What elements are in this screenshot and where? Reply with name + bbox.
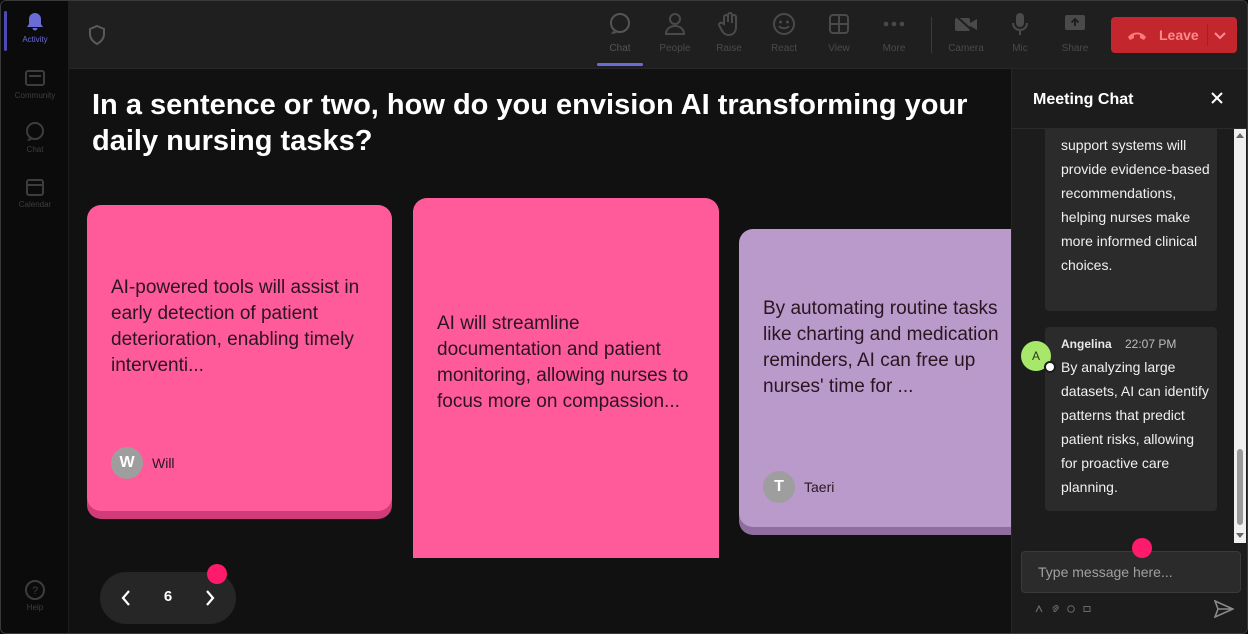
rail-item-label: Help xyxy=(26,603,44,612)
toolbar-react-button[interactable]: React xyxy=(759,11,809,67)
shield-icon xyxy=(87,24,107,46)
toolbar-share-label: Share xyxy=(1061,43,1089,54)
toolbar-react-label: React xyxy=(770,43,798,54)
card-author: W Will xyxy=(111,447,175,479)
leave-button[interactable]: Leave xyxy=(1111,17,1237,53)
card-text: AI-powered tools will assist in early de… xyxy=(111,277,360,376)
toolbar-raise-button[interactable]: Raise xyxy=(704,11,754,67)
rail-item-label: Chat xyxy=(26,145,44,154)
microphone-icon xyxy=(1007,11,1033,37)
chat-header: Meeting Chat xyxy=(1012,69,1247,129)
page-number: 6 xyxy=(163,588,173,605)
chat-message: support systems will provide evidence-ba… xyxy=(1045,129,1217,311)
message-sender: Angelina xyxy=(1061,337,1112,351)
chat-message: Angelina 22:07 PM By analyzing large dat… xyxy=(1045,327,1217,511)
response-card[interactable]: AI-powered tools will assist in early de… xyxy=(87,205,392,511)
card-author: T Taeri xyxy=(763,471,834,503)
meeting-toolbar: Chat People Raise React View More Camera… xyxy=(69,1,1247,69)
format-toolbar xyxy=(1033,604,1097,614)
rail-item-label: Activity xyxy=(22,35,48,44)
toolbar-people-label: People xyxy=(659,43,691,54)
scroll-up-arrow[interactable] xyxy=(1236,133,1244,138)
svg-text:?: ? xyxy=(32,585,38,597)
response-card[interactable]: By automating routine tasks like chartin… xyxy=(739,229,1011,527)
send-icon[interactable] xyxy=(1213,599,1235,620)
chat-message-input[interactable] xyxy=(1021,551,1241,593)
share-screen-icon xyxy=(1062,11,1088,37)
toolbar-more-label: More xyxy=(882,43,906,54)
toolbar-camera-label: Camera xyxy=(948,43,984,54)
card-text: AI will streamline documentation and pat… xyxy=(437,313,689,412)
question-title: In a sentence or two, how do you envisio… xyxy=(92,89,968,157)
meeting-chat-panel: Meeting Chat support systems will provid… xyxy=(1011,69,1247,633)
rail-item-calendar[interactable]: Calendar xyxy=(1,176,69,228)
chevron-right-icon[interactable] xyxy=(198,586,222,610)
response-card[interactable]: AI will streamline documentation and pat… xyxy=(413,198,719,558)
message-time: 22:07 PM xyxy=(1125,337,1177,351)
main-stage: In a sentence or two, how do you envisio… xyxy=(69,69,1011,633)
active-tab-underline xyxy=(597,63,643,66)
person-icon xyxy=(662,11,688,37)
rail-item-community[interactable]: Community xyxy=(1,67,69,119)
chevron-down-icon[interactable] xyxy=(1213,28,1227,42)
attach-icon[interactable] xyxy=(1049,604,1061,614)
rail-item-activity[interactable]: Activity xyxy=(1,11,69,63)
rail-item-label: Calendar xyxy=(18,200,52,209)
toolbar-divider xyxy=(931,17,932,53)
notification-dot xyxy=(207,564,227,584)
meeting-window: Activity Community Chat Calendar ? Help xyxy=(0,0,1248,634)
format-text-icon[interactable] xyxy=(1033,604,1045,614)
toolbar-chat-label: Chat xyxy=(609,43,631,54)
avatar: T xyxy=(763,471,795,503)
toolbar-people-button[interactable]: People xyxy=(650,11,700,67)
chat-scrollbar[interactable] xyxy=(1234,129,1246,543)
chat-icon xyxy=(24,121,46,143)
presence-indicator xyxy=(1044,361,1056,373)
toolbar-mic-button[interactable]: Mic xyxy=(995,11,1045,67)
left-rail: Activity Community Chat Calendar ? Help xyxy=(1,1,69,633)
toolbar-view-button[interactable]: View xyxy=(814,11,864,67)
notification-dot xyxy=(1132,538,1152,558)
author-name: Will xyxy=(152,455,175,471)
toolbar-camera-button[interactable]: Camera xyxy=(941,11,991,67)
gif-icon[interactable] xyxy=(1081,604,1093,614)
scroll-thumb[interactable] xyxy=(1237,449,1243,525)
author-name: Taeri xyxy=(804,479,835,495)
rail-item-chat[interactable]: Chat xyxy=(1,121,69,173)
toolbar-view-label: View xyxy=(828,43,850,54)
scroll-down-arrow[interactable] xyxy=(1236,533,1244,538)
card-text: By automating routine tasks like chartin… xyxy=(763,298,999,397)
hang-up-icon xyxy=(1127,29,1147,41)
toolbar-share-button[interactable]: Share xyxy=(1050,11,1100,67)
community-icon xyxy=(24,67,46,89)
message-text: support systems will provide evidence-ba… xyxy=(1061,137,1210,273)
toolbar-raise-label: Raise xyxy=(716,43,742,54)
toolbar-more-button[interactable]: More xyxy=(869,11,919,67)
chat-title: Meeting Chat xyxy=(1033,91,1134,108)
emoji-icon[interactable] xyxy=(1065,604,1077,614)
more-dots-icon xyxy=(881,11,907,37)
message-text: By analyzing large datasets, AI can iden… xyxy=(1061,359,1209,495)
rail-item-label: Community xyxy=(14,91,56,100)
help-icon: ? xyxy=(24,579,46,601)
toolbar-chat-button[interactable]: Chat xyxy=(595,11,645,67)
camera-off-icon xyxy=(953,11,979,37)
chat-messages: support systems will provide evidence-ba… xyxy=(1012,129,1247,543)
chat-icon xyxy=(607,11,633,37)
leave-label: Leave xyxy=(1159,27,1199,43)
calendar-icon xyxy=(24,176,46,198)
smiley-icon xyxy=(771,11,797,37)
avatar: W xyxy=(111,447,143,479)
rail-item-help[interactable]: ? Help xyxy=(1,579,69,631)
close-icon[interactable] xyxy=(1210,91,1226,107)
leave-divider xyxy=(1207,24,1208,46)
grid-view-icon xyxy=(826,11,852,37)
bell-icon xyxy=(24,11,46,33)
raise-hand-icon xyxy=(716,11,742,37)
toolbar-mic-label: Mic xyxy=(1012,43,1028,54)
chevron-left-icon[interactable] xyxy=(114,586,138,610)
